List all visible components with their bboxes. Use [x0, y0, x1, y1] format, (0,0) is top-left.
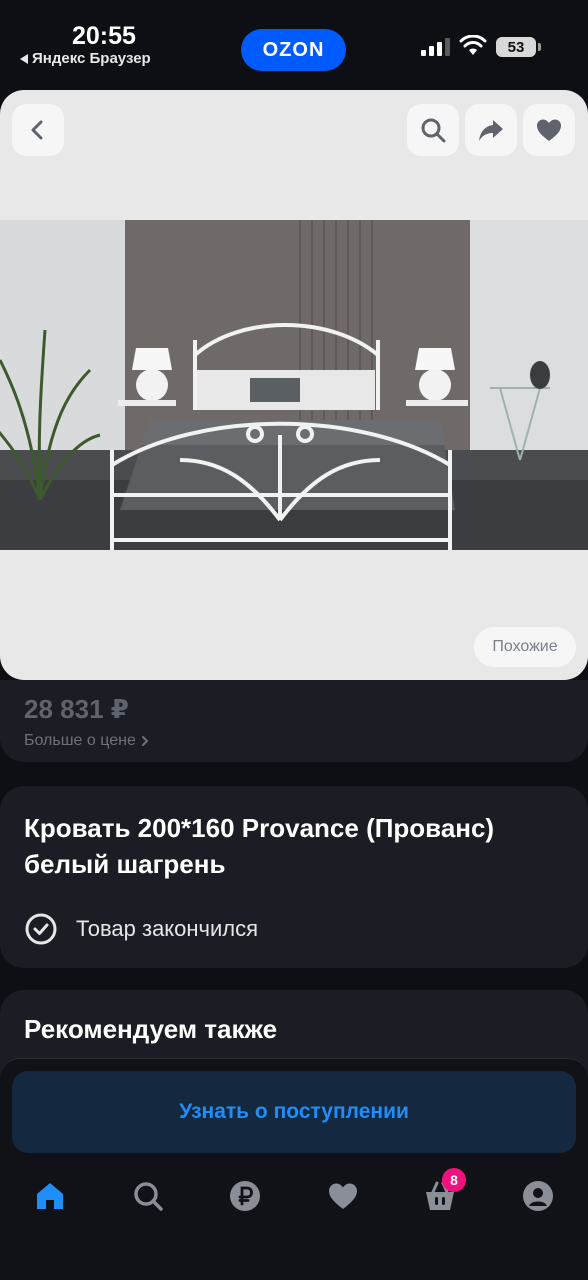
product-image-card: Похожие [0, 90, 588, 680]
back-button[interactable] [12, 104, 64, 156]
back-triangle-icon [20, 53, 28, 64]
search-icon [134, 1182, 163, 1211]
search-icon [421, 118, 446, 143]
product-price: 28 831 ₽ [24, 694, 129, 724]
ozon-logo-badge: OZON [241, 29, 346, 71]
profile-icon [523, 1181, 553, 1211]
search-button[interactable] [407, 104, 459, 156]
wifi-icon [459, 35, 487, 55]
heart-icon [537, 119, 561, 141]
notify-panel: Узнать о поступлении [0, 1058, 588, 1170]
share-button[interactable] [465, 104, 517, 156]
more-about-price-label: Больше о цене [24, 732, 136, 749]
favorite-button[interactable] [523, 104, 575, 156]
product-info-card: Кровать 200*160 Provance (Прованс) белый… [0, 786, 588, 968]
availability-status: Товар закончился [24, 912, 258, 946]
cart-count-badge: 8 [442, 1168, 466, 1192]
back-to-app-link[interactable]: Яндекс Браузер [20, 50, 151, 67]
recommendations-title: Рекомендуем также [24, 1014, 278, 1044]
price-section: 28 831 ₽ Больше о цене [0, 680, 588, 762]
nav-profile[interactable] [518, 1176, 558, 1216]
notify-when-available-button[interactable]: Узнать о поступлении [12, 1071, 576, 1153]
check-circle-icon [25, 913, 57, 945]
cellular-signal-icon [421, 38, 450, 56]
product-title: Кровать 200*160 Provance (Прованс) белый… [24, 813, 495, 879]
nav-cart[interactable]: 8 [420, 1168, 466, 1216]
nav-ozon-card[interactable] [225, 1176, 265, 1216]
status-time: 20:55 [72, 22, 136, 50]
favorites-icon [329, 1183, 357, 1209]
back-app-label: Яндекс Браузер [32, 50, 151, 67]
bottom-navigation: 8 [0, 1158, 588, 1280]
availability-status-text: Товар закончился [76, 916, 259, 941]
share-icon [479, 120, 503, 141]
chevron-right-icon [141, 736, 149, 746]
product-photo[interactable] [0, 220, 588, 550]
more-about-price-link[interactable]: Больше о цене [24, 732, 150, 750]
nav-search[interactable] [128, 1176, 168, 1216]
home-icon [37, 1183, 63, 1209]
nav-favorites[interactable] [323, 1176, 363, 1216]
back-icon [31, 120, 43, 140]
ruble-icon [230, 1181, 260, 1211]
nav-home[interactable] [30, 1176, 70, 1216]
battery-indicator: 53 [496, 37, 541, 57]
status-bar: 20:55 Яндекс Браузер OZON 53 [0, 0, 588, 90]
similar-products-button[interactable]: Похожие [474, 627, 576, 667]
